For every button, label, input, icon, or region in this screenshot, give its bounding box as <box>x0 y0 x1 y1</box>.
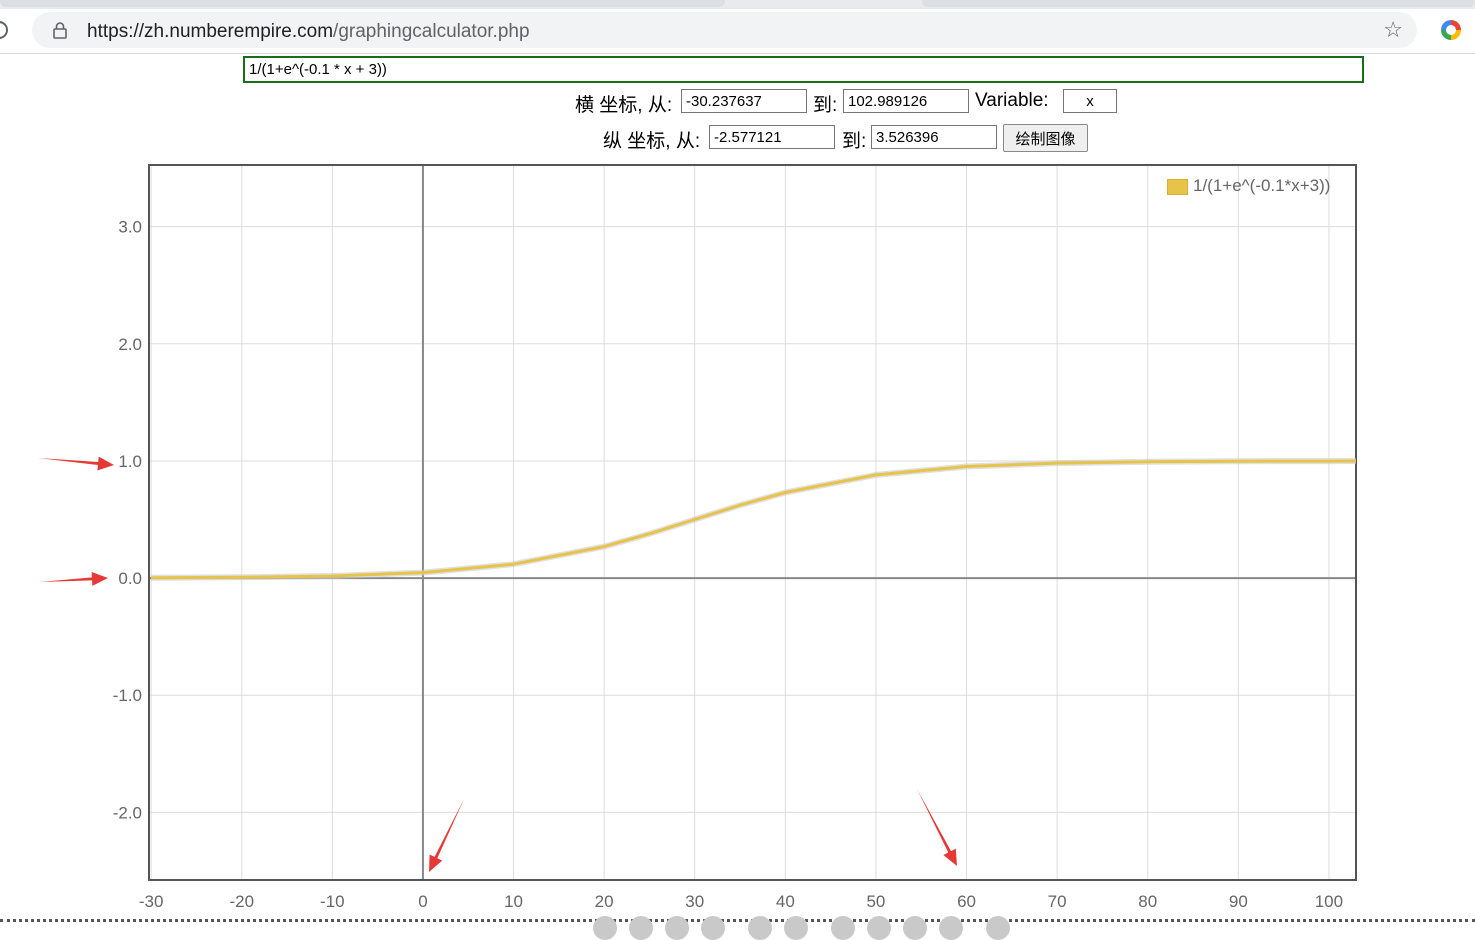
x-tick-label: 10 <box>504 892 523 911</box>
share-icon[interactable] <box>867 916 891 940</box>
x-tick-label: 40 <box>776 892 795 911</box>
annotation-arrow <box>429 799 464 872</box>
x-tick-label: 20 <box>595 892 614 911</box>
legend-swatch <box>1167 179 1188 195</box>
y-tick-label: 0.0 <box>118 569 142 588</box>
x-tick-label: 0 <box>418 892 427 911</box>
x-tick-label: 50 <box>866 892 885 911</box>
y-tick-label: 2.0 <box>118 335 142 354</box>
y-tick-label: -1.0 <box>113 686 142 705</box>
x-tick-label: -10 <box>320 892 345 911</box>
share-icon[interactable] <box>831 916 855 940</box>
annotation-arrow <box>917 789 957 866</box>
y-tick-label: -2.0 <box>113 803 142 822</box>
annotation-arrow <box>38 456 114 471</box>
y-tick-label: 1.0 <box>118 452 142 471</box>
x-tick-label: -20 <box>229 892 254 911</box>
x-tick-label: 70 <box>1048 892 1067 911</box>
legend-label: 1/(1+e^(-0.1*x+3)) <box>1193 176 1331 195</box>
x-tick-label: 30 <box>685 892 704 911</box>
share-icon[interactable] <box>903 916 927 940</box>
x-tick-label: 80 <box>1138 892 1157 911</box>
graph-chart[interactable]: -30 -20 -10 0 10 20 30 40 50 60 70 80 90 100 3.0 2.0 1.0… <box>0 0 1475 936</box>
x-tick-label: -30 <box>139 892 164 911</box>
share-icon[interactable] <box>701 916 725 940</box>
page-divider <box>0 919 1475 922</box>
share-icon[interactable] <box>748 916 772 940</box>
x-tick-label: 60 <box>957 892 976 911</box>
share-icon[interactable] <box>784 916 808 940</box>
y-tick-label: 3.0 <box>118 218 142 237</box>
annotation-arrow <box>40 572 108 586</box>
share-icon[interactable] <box>986 916 1010 940</box>
share-icon[interactable] <box>939 916 963 940</box>
share-icon[interactable] <box>665 916 689 940</box>
x-tick-label: 100 <box>1315 892 1343 911</box>
share-icon[interactable] <box>629 916 653 940</box>
x-tick-label: 90 <box>1229 892 1248 911</box>
share-icon[interactable] <box>593 916 617 940</box>
plot-frame <box>148 164 1357 881</box>
